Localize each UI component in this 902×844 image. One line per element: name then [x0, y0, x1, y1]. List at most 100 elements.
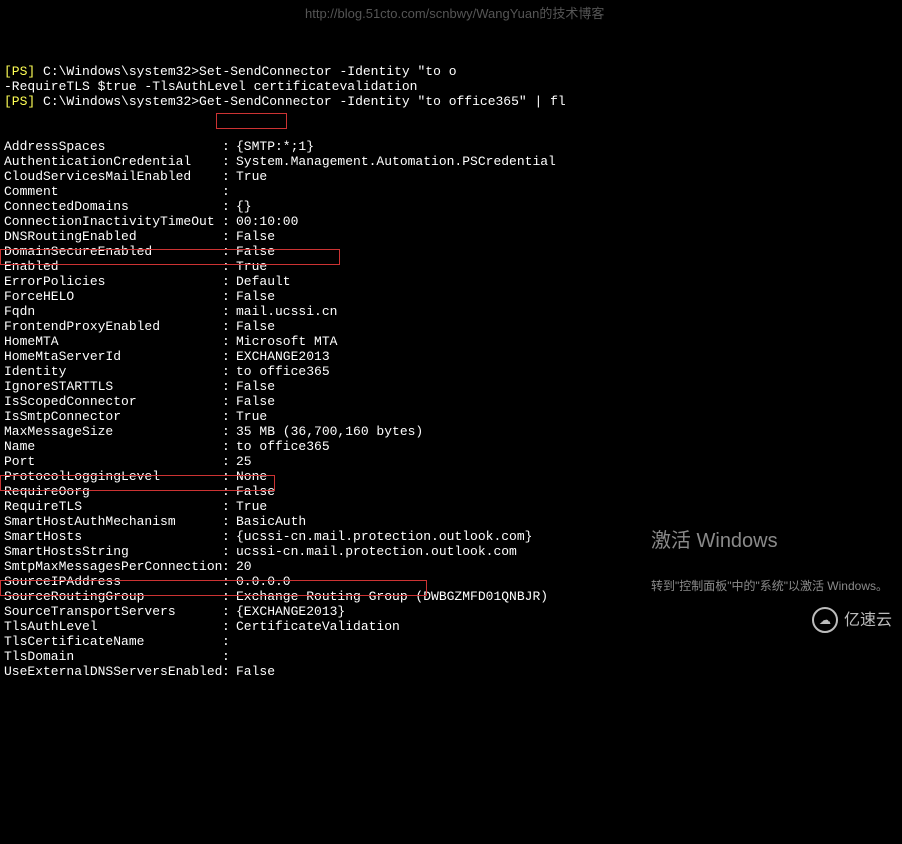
- property-key: Identity: [4, 364, 222, 379]
- separator: :: [222, 559, 236, 574]
- prompt-path: C:\Windows\system32>: [35, 94, 199, 109]
- property-value: 20: [236, 559, 252, 574]
- terminal-line: IgnoreSTARTTLS:False: [4, 379, 902, 394]
- separator: :: [222, 649, 236, 664]
- property-key: TlsCertificateName: [4, 634, 222, 649]
- property-key: CloudServicesMailEnabled: [4, 169, 222, 184]
- property-key: RequireOorg: [4, 484, 222, 499]
- property-value: Exchange Routing Group (DWBGZMFD01QNBJR): [236, 589, 548, 604]
- separator: :: [222, 229, 236, 244]
- property-key: TlsAuthLevel: [4, 619, 222, 634]
- separator: :: [222, 184, 236, 199]
- separator: :: [222, 574, 236, 589]
- terminal-line: DNSRoutingEnabled:False: [4, 229, 902, 244]
- terminal-line: TlsAuthLevel:CertificateValidation: [4, 619, 902, 634]
- separator: :: [222, 364, 236, 379]
- property-value: {}: [236, 199, 252, 214]
- terminal-line: ForceHELO:False: [4, 289, 902, 304]
- terminal-line: CloudServicesMailEnabled:True: [4, 169, 902, 184]
- terminal-line: IsSmtpConnector:True: [4, 409, 902, 424]
- terminal-line: ProtocolLoggingLevel:None: [4, 469, 902, 484]
- property-value: Default: [236, 274, 291, 289]
- separator: :: [222, 379, 236, 394]
- property-key: AddressSpaces: [4, 139, 222, 154]
- separator: :: [222, 634, 236, 649]
- terminal-line: Enabled:True: [4, 259, 902, 274]
- separator: :: [222, 604, 236, 619]
- ps-prompt: [PS]: [4, 64, 35, 79]
- property-key: SmartHostAuthMechanism: [4, 514, 222, 529]
- property-value: False: [236, 379, 275, 394]
- property-value: False: [236, 289, 275, 304]
- terminal-line: IsScopedConnector:False: [4, 394, 902, 409]
- property-key: ForceHELO: [4, 289, 222, 304]
- terminal-line: FrontendProxyEnabled:False: [4, 319, 902, 334]
- terminal-line: ConnectionInactivityTimeOut:00:10:00: [4, 214, 902, 229]
- terminal-line: SmartHostsString:ucssi-cn.mail.protectio…: [4, 544, 902, 559]
- property-value: to office365: [236, 439, 330, 454]
- property-key: ProtocolLoggingLevel: [4, 469, 222, 484]
- separator: :: [222, 589, 236, 604]
- terminal-line: [PS] C:\Windows\system32>Set-SendConnect…: [4, 64, 902, 79]
- property-key: Port: [4, 454, 222, 469]
- terminal-line: SourceTransportServers:{EXCHANGE2013}: [4, 604, 902, 619]
- terminal-line: RequireTLS:True: [4, 499, 902, 514]
- separator: :: [222, 544, 236, 559]
- separator: :: [222, 304, 236, 319]
- separator: :: [222, 424, 236, 439]
- terminal-line: SmartHosts:{ucssi-cn.mail.protection.out…: [4, 529, 902, 544]
- property-key: IsScopedConnector: [4, 394, 222, 409]
- command-continuation: -RequireTLS $true -TlsAuthLevel certific…: [4, 79, 417, 94]
- separator: :: [222, 259, 236, 274]
- property-value: EXCHANGE2013: [236, 349, 330, 364]
- separator: :: [222, 214, 236, 229]
- terminal-output: [PS] C:\Windows\system32>Set-SendConnect…: [4, 64, 902, 679]
- terminal-line: [PS] C:\Windows\system32>Get-SendConnect…: [4, 94, 902, 109]
- separator: :: [222, 319, 236, 334]
- property-value: 0.0.0.0: [236, 574, 291, 589]
- separator: :: [222, 199, 236, 214]
- terminal-line: [4, 109, 902, 124]
- property-key: Name: [4, 439, 222, 454]
- terminal-line: SmartHostAuthMechanism:BasicAuth: [4, 514, 902, 529]
- property-value: False: [236, 664, 275, 679]
- property-key: AuthenticationCredential: [4, 154, 222, 169]
- terminal-line: SmtpMaxMessagesPerConnection:20: [4, 559, 902, 574]
- property-value: True: [236, 169, 267, 184]
- property-value: 35 MB (36,700,160 bytes): [236, 424, 423, 439]
- property-key: IsSmtpConnector: [4, 409, 222, 424]
- property-key: UseExternalDNSServersEnabled: [4, 664, 222, 679]
- ps-prompt: [PS]: [4, 94, 35, 109]
- property-value: Microsoft MTA: [236, 334, 337, 349]
- terminal-line: TlsCertificateName:: [4, 634, 902, 649]
- property-value: False: [236, 394, 275, 409]
- separator: :: [222, 499, 236, 514]
- property-key: SourceRoutingGroup: [4, 589, 222, 604]
- separator: :: [222, 169, 236, 184]
- property-key: IgnoreSTARTTLS: [4, 379, 222, 394]
- property-key: HomeMtaServerId: [4, 349, 222, 364]
- property-value: ucssi-cn.mail.protection.outlook.com: [236, 544, 517, 559]
- separator: :: [222, 139, 236, 154]
- property-key: MaxMessageSize: [4, 424, 222, 439]
- property-key: Fqdn: [4, 304, 222, 319]
- terminal-line: SourceRoutingGroup:Exchange Routing Grou…: [4, 589, 902, 604]
- property-key: SmartHostsString: [4, 544, 222, 559]
- property-key: Comment: [4, 184, 222, 199]
- separator: :: [222, 244, 236, 259]
- property-key: ConnectionInactivityTimeOut: [4, 214, 222, 229]
- terminal-line: ConnectedDomains:{}: [4, 199, 902, 214]
- property-value: False: [236, 319, 275, 334]
- property-value: 25: [236, 454, 252, 469]
- separator: :: [222, 394, 236, 409]
- separator: :: [222, 289, 236, 304]
- terminal-line: MaxMessageSize:35 MB (36,700,160 bytes): [4, 424, 902, 439]
- property-key: SmartHosts: [4, 529, 222, 544]
- property-key: DNSRoutingEnabled: [4, 229, 222, 244]
- property-value: True: [236, 259, 267, 274]
- terminal-line: AuthenticationCredential:System.Manageme…: [4, 154, 902, 169]
- terminal-line: DomainSecureEnabled:False: [4, 244, 902, 259]
- property-key: SourceTransportServers: [4, 604, 222, 619]
- property-value: to office365: [236, 364, 330, 379]
- property-value: System.Management.Automation.PSCredentia…: [236, 154, 556, 169]
